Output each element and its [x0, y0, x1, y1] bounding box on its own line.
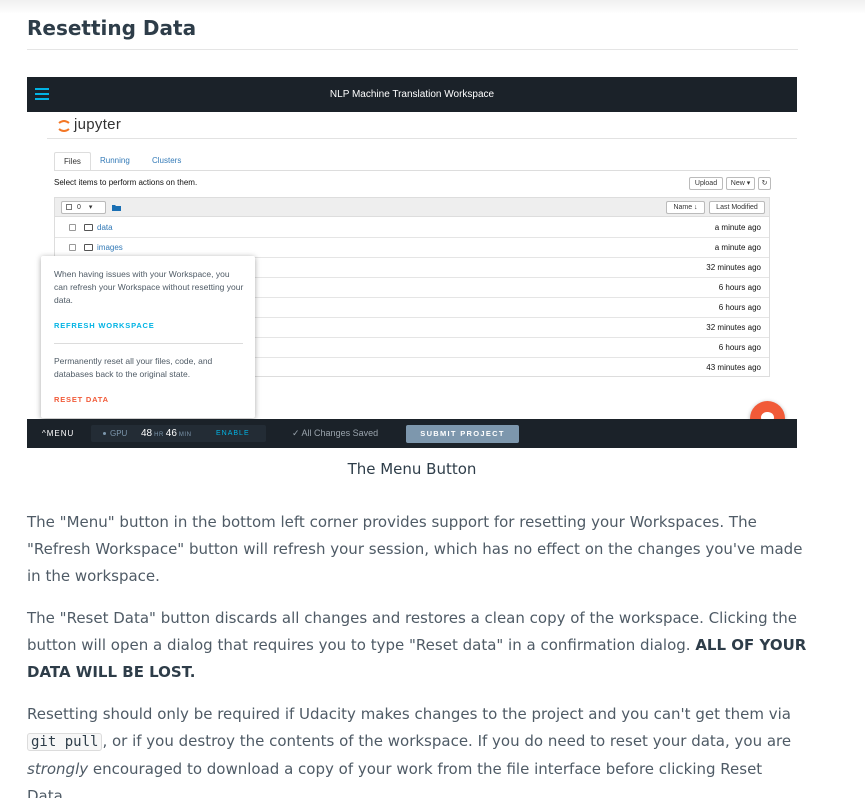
file-modified: 6 hours ago	[718, 303, 761, 312]
file-modified: 6 hours ago	[718, 283, 761, 292]
workspace-bottombar: ^MENU GPU 48 HR 46 MIN ENABLE ✓ All Changes…	[27, 419, 797, 448]
select-all-checkbox[interactable]	[66, 204, 72, 211]
file-list-header: 0 ▾ Name ↓ Last Modified	[55, 198, 769, 217]
file-name[interactable]: data	[97, 218, 113, 238]
title-divider	[27, 49, 798, 50]
gpu-timer: GPU 48 HR 46 MIN ENABLE	[91, 425, 266, 442]
file-modified: a minute ago	[714, 243, 761, 252]
tab-files[interactable]: Files	[54, 152, 91, 171]
tabs-divider	[54, 170, 770, 171]
file-name[interactable]: images	[97, 238, 123, 258]
reset-description: Permanently reset all your files, code, …	[54, 356, 213, 379]
popover-divider	[54, 343, 243, 344]
gpu-minutes-unit: MIN	[178, 432, 192, 438]
paragraph-reset-text: The "Reset Data" button discards all cha…	[27, 609, 798, 654]
tab-running[interactable]: Running	[91, 152, 139, 171]
jupyter-logo-icon	[58, 120, 70, 132]
paragraph-resetting-text-c: encouraged to download a copy of your wo…	[27, 760, 763, 798]
sort-modified-button[interactable]: Last Modified	[709, 201, 765, 214]
new-dropdown-button[interactable]: New ▾	[726, 177, 755, 190]
selected-count: 0	[76, 204, 81, 211]
paragraph-resetting-text-a: Resetting should only be required if Uda…	[27, 705, 791, 723]
file-row[interactable]: data a minute ago	[55, 218, 769, 238]
select-hint: Select items to perform actions on them.	[54, 178, 198, 187]
sort-name-button[interactable]: Name ↓	[666, 201, 705, 214]
file-modified: 32 minutes ago	[706, 263, 761, 272]
refresh-list-icon[interactable]: ↻	[758, 177, 771, 190]
save-status: ✓ All Changes Saved	[292, 428, 379, 438]
paragraph-reset: The "Reset Data" button discards all cha…	[27, 605, 807, 686]
menu-popover: When having issues with your Workspace, …	[41, 256, 255, 418]
paragraph-resetting: Resetting should only be required if Uda…	[27, 701, 807, 798]
upload-button[interactable]: Upload	[689, 177, 723, 190]
top-fade	[0, 0, 865, 14]
git-pull-code: git pull	[27, 733, 103, 751]
section-title: Resetting Data	[27, 16, 197, 40]
file-modified: 6 hours ago	[718, 343, 761, 352]
workspace-screenshot: NLP Machine Translation Workspace jupyte…	[27, 77, 797, 448]
gpu-minutes: 46	[165, 428, 177, 439]
tab-clusters[interactable]: Clusters	[143, 152, 190, 171]
gpu-hours: 48	[141, 428, 153, 439]
jupyter-divider	[47, 138, 797, 139]
emphasis-strongly: strongly	[27, 760, 89, 778]
figure-caption: The Menu Button	[347, 460, 477, 478]
reset-data-button[interactable]: RESET DATA	[54, 395, 109, 404]
paragraph-menu: The "Menu" button in the bottom left cor…	[27, 513, 803, 585]
menu-button[interactable]: ^MENU	[42, 419, 74, 448]
workspace-topbar: NLP Machine Translation Workspace	[27, 77, 797, 112]
gpu-hours-unit: HR	[154, 432, 164, 438]
folder-icon	[84, 244, 93, 251]
folder-filled-icon	[112, 205, 121, 211]
file-modified: 32 minutes ago	[706, 323, 761, 332]
refresh-description: When having issues with your Workspace, …	[54, 269, 244, 305]
gpu-time: 48 HR 46 MIN	[141, 425, 193, 444]
paragraph-resetting-text-b: , or if you destroy the contents of the …	[102, 732, 792, 750]
gpu-status-icon	[103, 432, 106, 435]
submit-project-button[interactable]: SUBMIT PROJECT	[406, 425, 519, 443]
file-modified: 43 minutes ago	[706, 363, 761, 372]
workspace-title: NLP Machine Translation Workspace	[329, 89, 495, 100]
folder-icon	[84, 224, 93, 231]
file-modified: a minute ago	[714, 223, 761, 232]
file-row[interactable]: images a minute ago	[55, 238, 769, 258]
select-all-dropdown[interactable]: 0 ▾	[61, 201, 106, 214]
caret-down-icon: ▾	[88, 204, 93, 211]
row-checkbox[interactable]	[69, 224, 76, 231]
jupyter-wordmark: jupyter	[74, 116, 122, 133]
refresh-workspace-button[interactable]: REFRESH WORKSPACE	[54, 321, 155, 330]
gpu-label: GPU	[110, 429, 128, 438]
row-checkbox[interactable]	[69, 244, 76, 251]
gpu-enable-button[interactable]: ENABLE	[216, 425, 250, 442]
